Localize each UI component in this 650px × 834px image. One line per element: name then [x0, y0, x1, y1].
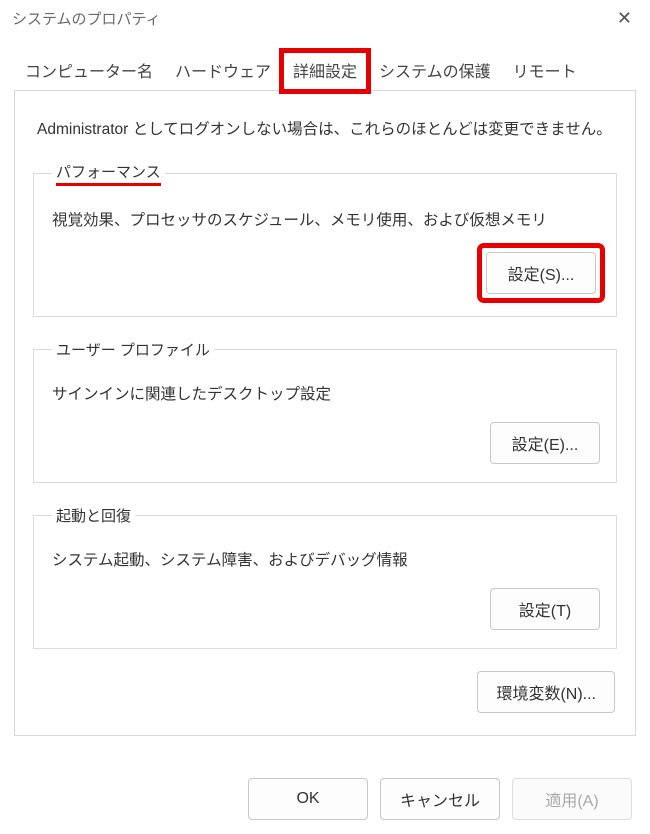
- tab-advanced[interactable]: 詳細設定: [282, 51, 368, 91]
- legend-startup-recovery: 起動と回復: [52, 505, 135, 526]
- environment-variables-button[interactable]: 環境変数(N)...: [477, 671, 615, 713]
- group-startup-recovery: 起動と回復 システム起動、システム障害、およびデバッグ情報 設定(T): [33, 505, 617, 649]
- settings-startup-recovery-button[interactable]: 設定(T): [490, 588, 600, 630]
- group-user-profile: ユーザー プロファイル サインインに関連したデスクトップ設定 設定(E)...: [33, 339, 617, 483]
- admin-note: Administrator としてログオンしない場合は、これらのほとんどは変更で…: [37, 117, 613, 139]
- legend-user-profile: ユーザー プロファイル: [52, 339, 214, 360]
- tab-remote[interactable]: リモート: [502, 51, 588, 91]
- window-title: システムのプロパティ: [12, 8, 161, 29]
- settings-user-profile-button[interactable]: 設定(E)...: [490, 422, 600, 464]
- cancel-button[interactable]: キャンセル: [380, 778, 500, 820]
- group-performance: パフォーマンス 視覚効果、プロセッサのスケジュール、メモリ使用、および仮想メモリ…: [33, 161, 617, 317]
- desc-performance: 視覚効果、プロセッサのスケジュール、メモリ使用、および仮想メモリ: [52, 208, 598, 230]
- advanced-panel: Administrator としてログオンしない場合は、これらのほとんどは変更で…: [14, 91, 636, 736]
- tabs: コンピューター名 ハードウェア 詳細設定 システムの保護 リモート: [0, 37, 650, 91]
- highlight-performance-settings: 設定(S)...: [482, 248, 600, 298]
- dialog-footer: OK キャンセル 適用(A): [0, 766, 650, 834]
- ok-button[interactable]: OK: [248, 778, 368, 820]
- legend-performance: パフォーマンス: [52, 161, 165, 186]
- legend-performance-label: パフォーマンス: [56, 161, 161, 186]
- tab-hardware[interactable]: ハードウェア: [164, 51, 282, 91]
- apply-button[interactable]: 適用(A): [512, 778, 632, 820]
- settings-performance-button[interactable]: 設定(S)...: [486, 252, 596, 294]
- tab-system-protection[interactable]: システムの保護: [368, 51, 502, 91]
- desc-startup-recovery: システム起動、システム障害、およびデバッグ情報: [52, 548, 598, 570]
- close-icon[interactable]: ✕: [609, 6, 640, 31]
- desc-user-profile: サインインに関連したデスクトップ設定: [52, 382, 598, 404]
- titlebar: システムのプロパティ ✕: [0, 0, 650, 37]
- tab-computer-name[interactable]: コンピューター名: [14, 51, 164, 91]
